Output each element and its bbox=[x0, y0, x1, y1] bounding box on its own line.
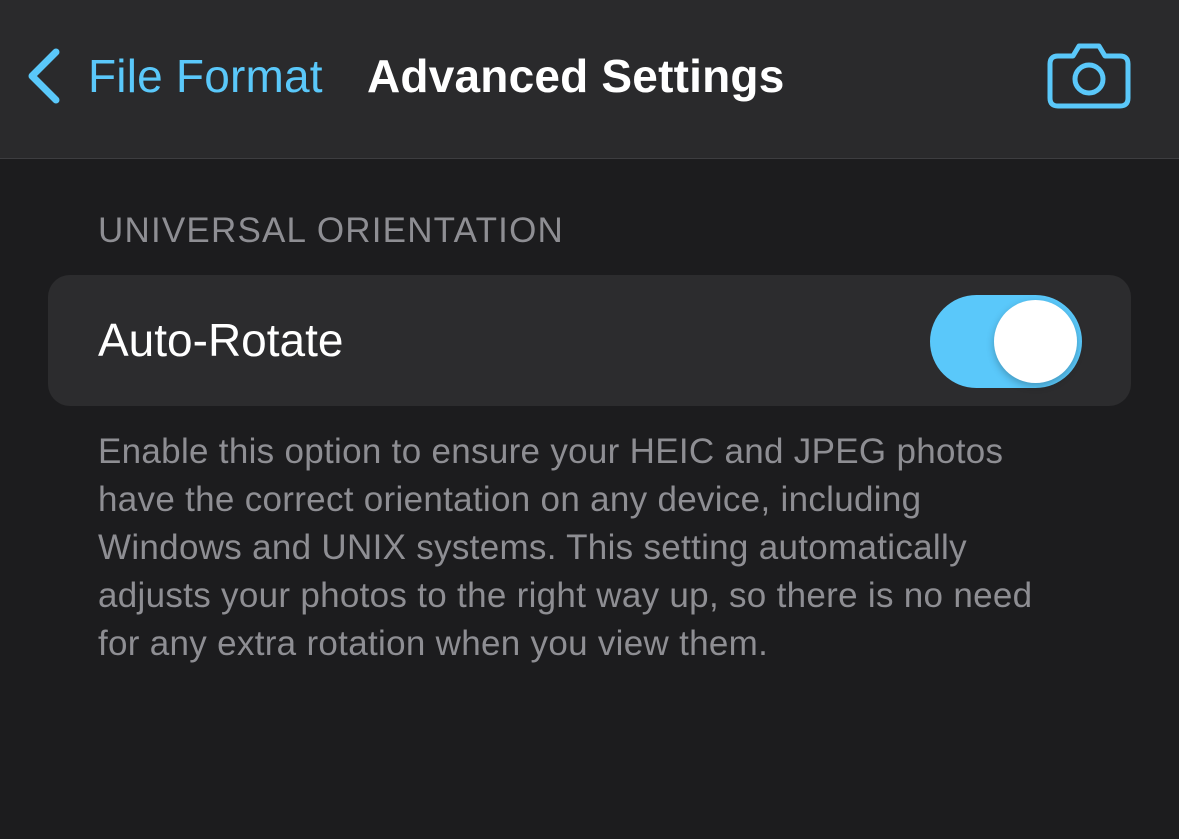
auto-rotate-label: Auto-Rotate bbox=[98, 314, 344, 366]
page-title: Advanced Settings bbox=[367, 50, 785, 102]
section-header: UNIVERSAL ORIENTATION bbox=[98, 211, 564, 250]
back-button[interactable]: File Format bbox=[22, 36, 323, 116]
section-footer-description: Enable this option to ensure your HEIC a… bbox=[98, 432, 1033, 663]
camera-button[interactable] bbox=[1046, 40, 1132, 110]
settings-screen: File Format Advanced Settings UNIVERSAL … bbox=[0, 0, 1179, 839]
auto-rotate-row: Auto-Rotate bbox=[48, 275, 1131, 406]
camera-icon bbox=[1046, 43, 1132, 114]
navigation-bar: File Format Advanced Settings bbox=[0, 0, 1179, 159]
toggle-knob bbox=[994, 300, 1077, 383]
auto-rotate-toggle[interactable] bbox=[930, 295, 1082, 388]
back-button-label: File Format bbox=[88, 50, 323, 102]
chevron-left-icon bbox=[22, 36, 66, 116]
